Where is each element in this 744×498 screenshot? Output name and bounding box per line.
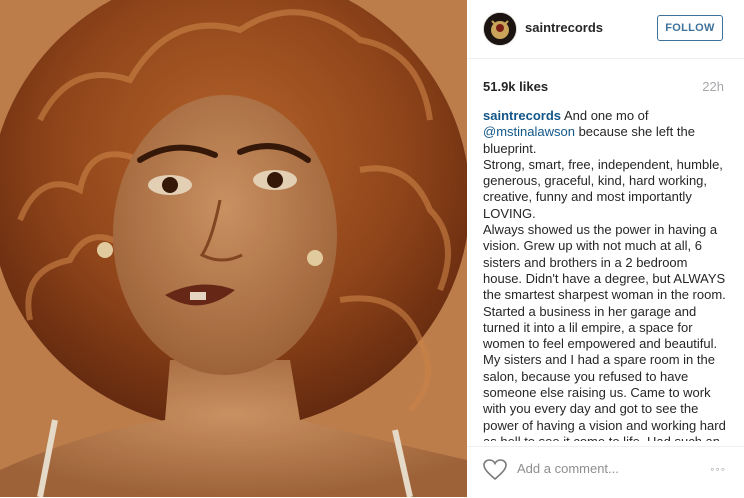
caption: saintrecords And one mo of @mstinalawson… (483, 108, 728, 441)
caption-text: And one mo of (563, 108, 649, 123)
caption-paragraph: Always showed us the power in having a v… (483, 222, 726, 441)
likes-count[interactable]: 51.9k likes (483, 79, 548, 94)
avatar[interactable] (483, 12, 517, 46)
follow-button[interactable]: FOLLOW (657, 15, 723, 41)
comment-bar: Add a comment... ◦◦◦ (467, 446, 744, 498)
avatar-image (484, 13, 516, 45)
caption-mention[interactable]: @mstinalawson (483, 124, 575, 139)
post-details-panel: saintrecords FOLLOW 51.9k likes 22h sain… (467, 0, 744, 497)
post-time[interactable]: 22h (702, 79, 724, 94)
heart-icon[interactable] (483, 459, 507, 481)
post-header: saintrecords FOLLOW (467, 0, 744, 59)
portrait-image (0, 0, 467, 497)
caption-paragraph: Strong, smart, free, independent, humble… (483, 156, 723, 221)
caption-username[interactable]: saintrecords (483, 108, 561, 123)
post-photo[interactable] (0, 0, 467, 497)
comment-input[interactable]: Add a comment... (517, 461, 619, 476)
more-options-icon[interactable]: ◦◦◦ (710, 462, 726, 476)
username[interactable]: saintrecords (525, 20, 603, 35)
